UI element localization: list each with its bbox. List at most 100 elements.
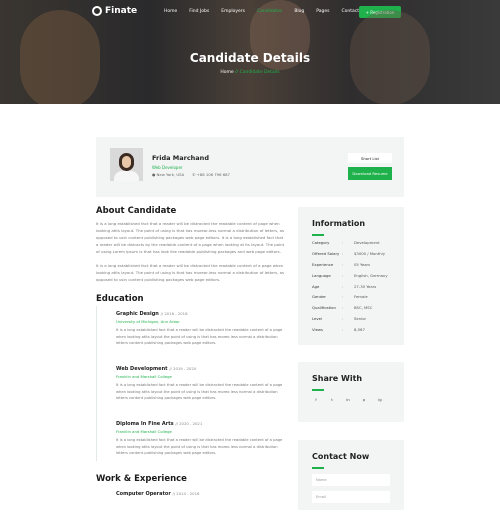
phone-text: +88 106 796 687 (196, 172, 230, 177)
email-input[interactable]: Email (312, 491, 390, 503)
info-sep: : (342, 294, 344, 300)
logo[interactable]: Finate (92, 6, 137, 16)
avatar (110, 148, 143, 181)
instagram-icon[interactable]: ig (376, 396, 384, 404)
download-resume-button[interactable]: Download Resume (348, 167, 392, 180)
name-input[interactable]: Name (312, 474, 390, 486)
info-label: Level (312, 316, 323, 322)
nav-employers[interactable]: Employers (221, 9, 245, 14)
twitter-icon[interactable]: t (328, 396, 336, 404)
info-row: Experience: 05 Years (312, 262, 398, 273)
breadcrumb-current: Candidate Details (239, 70, 280, 75)
information-heading: Information (312, 219, 366, 228)
info-value: 05 Years (354, 261, 371, 267)
brand-name: Finate (105, 6, 138, 16)
main-nav: Home Find Jobs Employers Candidates Blog… (164, 9, 359, 14)
info-value: Senior (354, 316, 367, 322)
nav-blog[interactable]: Blog (294, 9, 304, 14)
item-title: Computer Operator // 2014 - 2016 (116, 491, 200, 497)
profile-card: Frida Marchand Web Developer ● New York,… (96, 137, 404, 197)
info-row: Views: 8,567 (312, 327, 398, 338)
page-title: Candidate Details (189, 51, 311, 65)
info-row: Qualification: BSC, MSC (312, 305, 398, 316)
location: ● New York, USA (152, 172, 185, 177)
candidate-name: Frida Marchand (152, 154, 209, 162)
info-label: Qualification (312, 305, 336, 311)
about-paragraph-2: It is a long established fact that a rea… (96, 263, 284, 282)
nav-contact[interactable]: Contact (342, 9, 360, 14)
info-value: English, Germany (354, 272, 388, 278)
nav-candidates[interactable]: Candidates (257, 9, 282, 14)
location-text: New York, USA (156, 172, 185, 177)
share-heading: Share With (312, 374, 363, 383)
timeline-line (96, 306, 97, 461)
share-card: Share With f t in p ig (298, 362, 404, 422)
about-paragraph-1: It is a long established fact that a rea… (96, 221, 285, 254)
about-heading: About Candidate (96, 206, 177, 216)
work-heading: Work & Experience (96, 474, 187, 484)
info-sep: : (342, 261, 344, 267)
item-title: Diploma In Fine Arts // 2020 - 2021 (116, 421, 203, 427)
info-label: Language (312, 272, 331, 278)
pinterest-icon[interactable]: p (360, 396, 368, 404)
info-row: Offered Salary: $3000 / Monthly (312, 251, 398, 262)
hero-banner: Finate Home Find Jobs Employers Candidat… (0, 0, 500, 104)
heading-underline (312, 234, 324, 236)
item-title: Graphic Design // 2016 - 2018 (116, 311, 188, 317)
heading-underline (312, 467, 324, 469)
phone: ✆ +88 106 796 687 (192, 172, 230, 177)
shortlist-button[interactable]: Short List (348, 153, 392, 163)
nav-home[interactable]: Home (164, 9, 177, 14)
registration-button[interactable]: + Registration (359, 6, 401, 18)
info-value: 27-30 Years (354, 283, 377, 289)
info-label: Category (312, 240, 330, 245)
item-desc: It is a long established fact that a rea… (116, 383, 283, 400)
information-list: Category: Development Offered Salary: $3000… (312, 240, 398, 338)
heading-underline (312, 389, 324, 391)
work-item: Computer Operator // 2014 - 2016 (116, 491, 288, 497)
info-sep: : (342, 305, 344, 311)
info-label: Offered Salary (312, 250, 340, 256)
info-label: Gender (312, 294, 326, 300)
education-item: Web Development // 2019 - 2020 Franklin … (116, 366, 288, 402)
info-sep: : (342, 240, 344, 245)
info-label: Age (312, 283, 320, 289)
info-value: $3000 / Monthly (354, 250, 385, 256)
info-sep: : (342, 250, 344, 256)
item-school: University of Michigan, Ann Arbor (116, 319, 180, 324)
linkedin-icon[interactable]: in (344, 396, 352, 404)
breadcrumb: Home // Candidate Details (0, 70, 500, 75)
social-links: f t in p ig (312, 396, 384, 404)
info-value: 8,567 (354, 327, 365, 333)
education-heading: Education (96, 294, 144, 304)
contact-heading: Contact Now (312, 452, 370, 461)
item-school: Franklin and Marshall College (116, 374, 172, 379)
info-row: Language: English, Germany (312, 273, 398, 284)
breadcrumb-home[interactable]: Home (220, 70, 233, 75)
info-row: Gender: Female (312, 294, 398, 305)
item-desc: It is a long established fact that a rea… (116, 328, 283, 345)
info-row: Level: Senior (312, 316, 398, 327)
education-item: Graphic Design // 2016 - 2018 University… (116, 311, 288, 347)
info-sep: : (342, 327, 344, 333)
info-value: Female (354, 294, 368, 300)
facebook-icon[interactable]: f (312, 396, 320, 404)
information-card: Information Category: Development Offered … (298, 207, 404, 345)
nav-find-jobs[interactable]: Find Jobs (189, 9, 209, 14)
info-row: Category: Development (312, 240, 398, 251)
item-school: Franklin and Marshall College (116, 429, 172, 434)
info-sep: : (342, 316, 344, 322)
info-value: Development (354, 240, 380, 245)
info-label: Experience (312, 261, 334, 267)
candidate-meta: ● New York, USA ✆ +88 106 796 687 (152, 172, 230, 177)
info-sep: : (342, 283, 344, 289)
info-label: Views (312, 327, 323, 333)
breadcrumb-sep: // (235, 70, 239, 75)
info-row: Age: 27-30 Years (312, 284, 398, 295)
info-sep: : (342, 272, 344, 278)
info-value: BSC, MSC (354, 305, 373, 311)
nav-pages[interactable]: Pages (316, 9, 329, 14)
item-desc: It is a long established fact that a rea… (116, 438, 283, 455)
logo-icon (92, 6, 102, 16)
item-title: Web Development // 2019 - 2020 (116, 366, 197, 372)
